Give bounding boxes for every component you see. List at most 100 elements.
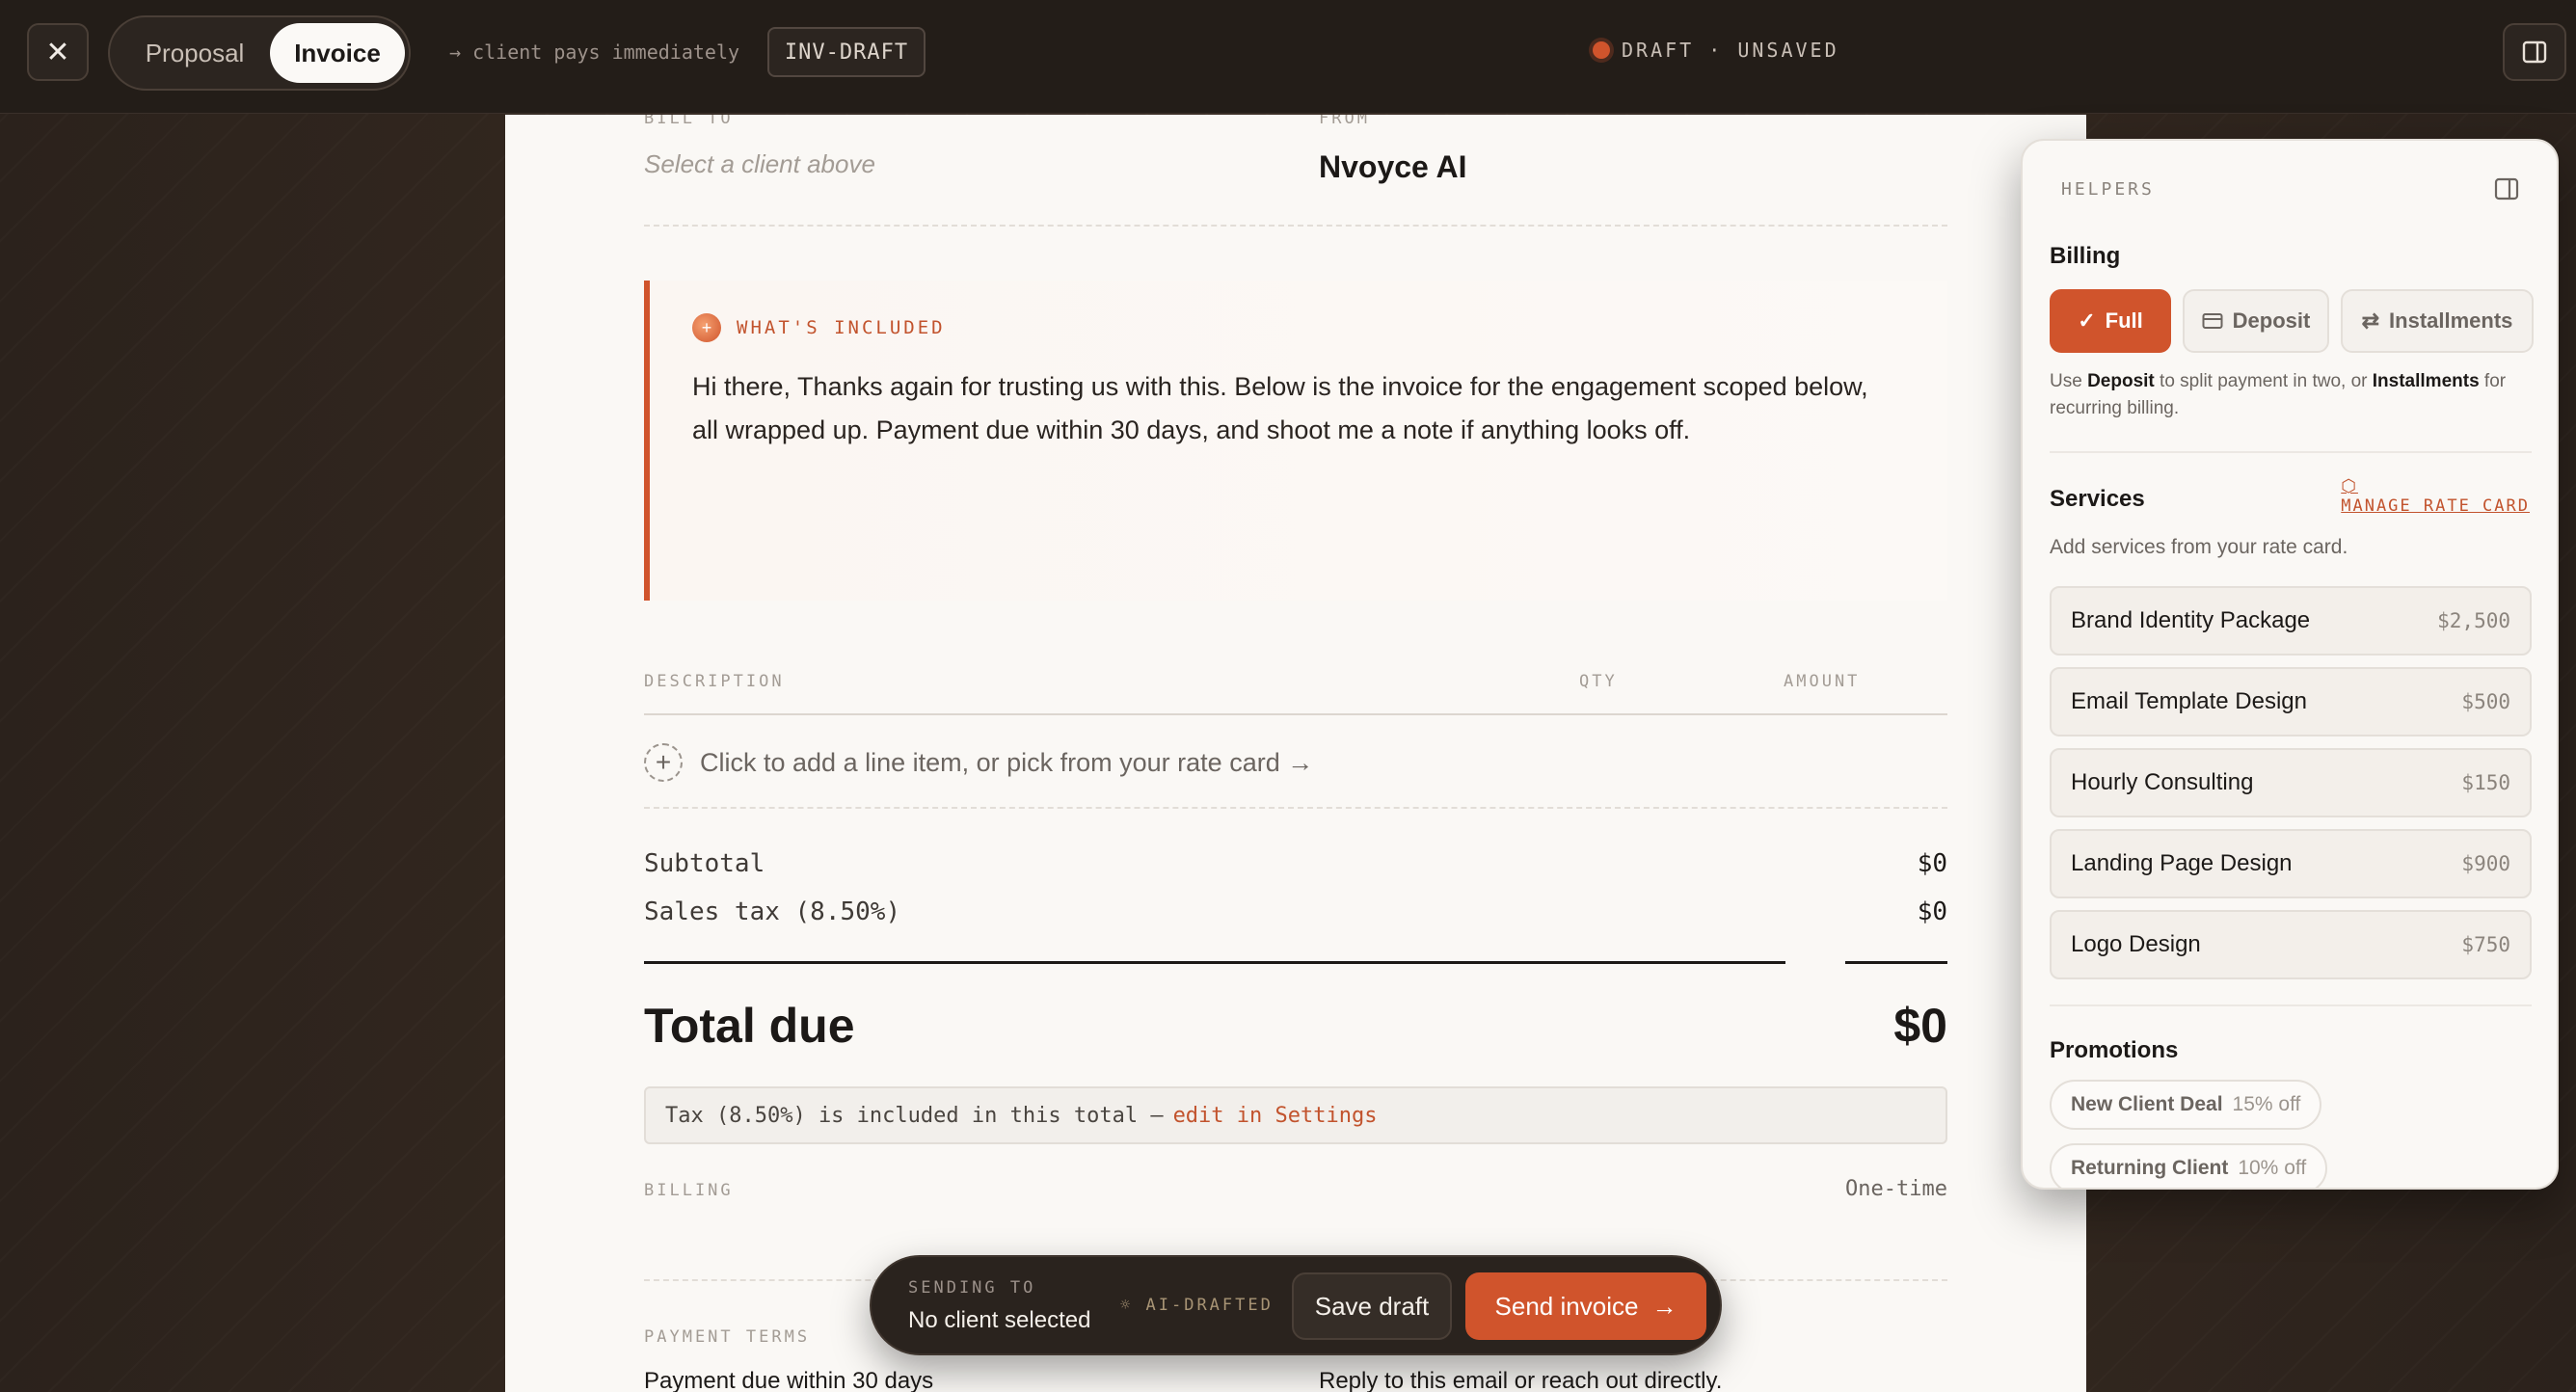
payment-terms-label: PAYMENT TERMS — [644, 1327, 811, 1347]
promotion-discount: 10% off — [2238, 1157, 2307, 1179]
billing-full-button[interactable]: ✓ Full — [2050, 289, 2171, 353]
billing-full-label: Full — [2105, 308, 2143, 333]
ai-drafted-label: AI-DRAFTED — [1145, 1296, 1274, 1315]
billing-help: Use Deposit to split payment in two, or … — [2050, 371, 2507, 418]
divider — [2050, 451, 2532, 453]
subtotal-row: Subtotal $0 — [644, 849, 1947, 878]
invoice-id-badge: INV-DRAFT — [767, 27, 926, 77]
send-invoice-button[interactable]: Send invoice → — [1465, 1272, 1706, 1340]
included-title: WHAT'S INCLUDED — [737, 317, 946, 338]
service-name: Email Template Design — [2071, 688, 2308, 714]
collapse-panel-icon[interactable] — [2493, 175, 2520, 202]
promotion-chip[interactable]: Returning Client 10% off — [2050, 1143, 2328, 1188]
invoice-document: BILL TO FROM Select a client above Nvoyc… — [505, 115, 2086, 1392]
service-price: $500 — [2461, 690, 2510, 713]
tax-value: $0 — [1917, 897, 1947, 926]
payment-terms-value[interactable]: Payment due within 30 days — [644, 1368, 933, 1392]
close-icon: ✕ — [45, 36, 70, 68]
reply-text[interactable]: Reply to this email or reach out directl… — [1319, 1368, 1722, 1392]
service-name: Hourly Consulting — [2071, 769, 2254, 795]
included-header: + WHAT'S INCLUDED — [692, 313, 946, 342]
status-dot-icon — [1593, 41, 1610, 59]
total-value: $0 — [1893, 999, 1947, 1053]
service-price: $900 — [2461, 852, 2510, 875]
billing-label: BILLING — [644, 1181, 734, 1200]
service-item[interactable]: Logo Design $750 — [2050, 910, 2532, 979]
col-amount: AMOUNT — [1784, 672, 1861, 691]
send-bar: SENDING TO No client selected ☼ AI-DRAFT… — [870, 1255, 1722, 1355]
col-description: DESCRIPTION — [644, 672, 785, 691]
total-rule — [644, 961, 1785, 964]
tax-note: Tax (8.50%) is included in this total — … — [644, 1086, 1947, 1144]
helpers-panel: HELPERS Billing ✓ Full Deposit ⇄ Install… — [2021, 139, 2559, 1190]
manage-rate-card-link[interactable]: ⬡ MANAGE RATE CARD — [2341, 476, 2530, 516]
billing-deposit-label: Deposit — [2232, 308, 2311, 333]
arrow-right-icon: → — [1651, 1291, 1677, 1321]
service-item[interactable]: Landing Page Design $900 — [2050, 829, 2532, 898]
card-icon — [2202, 313, 2223, 329]
total-rule — [1845, 961, 1947, 964]
col-qty: QTY — [1579, 672, 1618, 691]
manage-rate-card-label: MANAGE RATE CARD — [2341, 496, 2530, 516]
check-icon: ✓ — [2078, 308, 2096, 333]
service-price: $750 — [2461, 933, 2510, 956]
items-divider — [644, 713, 1947, 715]
tab-proposal[interactable]: Proposal — [116, 23, 274, 83]
status-text: DRAFT · UNSAVED — [1622, 39, 1839, 62]
promotion-chip[interactable]: New Client Deal 15% off — [2050, 1080, 2322, 1130]
add-line-label: Click to add a line item, or pick from y… — [700, 747, 1314, 777]
service-item[interactable]: Email Template Design $500 — [2050, 667, 2532, 736]
sidebar-icon — [2522, 40, 2547, 64]
sending-to-value: No client selected — [908, 1307, 1091, 1333]
divider — [644, 807, 1947, 809]
close-button[interactable]: ✕ — [27, 23, 89, 81]
tax-note-text: Tax (8.50%) is included in this total — — [665, 1103, 1164, 1128]
promotions-heading: Promotions — [2050, 1037, 2179, 1063]
pay-note: → client pays immediately — [449, 40, 740, 64]
save-draft-button[interactable]: Save draft — [1292, 1272, 1452, 1340]
services-subtitle: Add services from your rate card. — [2050, 536, 2348, 558]
subtotal-label: Subtotal — [644, 849, 765, 878]
divider — [644, 225, 1947, 227]
service-item[interactable]: Brand Identity Package $2,500 — [2050, 586, 2532, 656]
doc-type-toggle: Proposal Invoice — [108, 15, 411, 91]
billing-deposit-button[interactable]: Deposit — [2183, 289, 2329, 353]
billing-installments-button[interactable]: ⇄ Installments — [2341, 289, 2534, 353]
included-body[interactable]: Hi there, Thanks again for trusting us w… — [692, 365, 1888, 452]
panel-toggle-button[interactable] — [2503, 23, 2566, 81]
billing-value: One-time — [1845, 1177, 1947, 1201]
service-price: $150 — [2461, 771, 2510, 794]
top-bar: ✕ Proposal Invoice → client pays immedia… — [0, 0, 2576, 114]
bill-to-value[interactable]: Select a client above — [644, 149, 875, 179]
tab-invoice[interactable]: Invoice — [270, 23, 405, 83]
service-name: Logo Design — [2071, 931, 2201, 957]
divider — [2050, 1004, 2532, 1006]
ai-drafted-badge: ☼ AI-DRAFTED — [1120, 1296, 1274, 1315]
edit-settings-link[interactable]: edit in Settings — [1173, 1104, 1378, 1128]
service-item[interactable]: Hourly Consulting $150 — [2050, 748, 2532, 817]
send-invoice-label: Send invoice — [1494, 1291, 1639, 1321]
from-value: Nvoyce AI — [1319, 149, 1467, 184]
billing-heading: Billing — [2050, 243, 2121, 269]
tax-label: Sales tax (8.50%) — [644, 897, 901, 926]
service-name: Brand Identity Package — [2071, 607, 2311, 633]
whats-included-block[interactable]: + WHAT'S INCLUDED Hi there, Thanks again… — [644, 281, 1947, 601]
bill-to-label: BILL TO — [644, 115, 734, 128]
repeat-icon: ⇄ — [2361, 308, 2380, 333]
services-heading: Services — [2050, 486, 2145, 512]
hexagon-icon: ⬡ — [2341, 476, 2358, 496]
tax-row: Sales tax (8.50%) $0 — [644, 897, 1947, 926]
subtotal-value: $0 — [1917, 849, 1947, 878]
promotion-name: Returning Client — [2071, 1157, 2229, 1179]
billing-options: ✓ Full Deposit ⇄ Installments — [2050, 289, 2534, 353]
promotion-discount: 15% off — [2232, 1093, 2301, 1115]
add-line-item-button[interactable]: + Click to add a line item, or pick from… — [644, 743, 1313, 782]
total-label: Total due — [644, 999, 855, 1053]
sparkle-icon: ☼ — [1120, 1296, 1134, 1315]
sparkle-icon: + — [692, 313, 721, 342]
service-name: Landing Page Design — [2071, 850, 2293, 876]
billing-installments-label: Installments — [2389, 308, 2513, 333]
plus-icon: + — [644, 743, 683, 782]
helpers-title: HELPERS — [2061, 179, 2155, 200]
status-indicator: DRAFT · UNSAVED — [1593, 39, 1839, 62]
